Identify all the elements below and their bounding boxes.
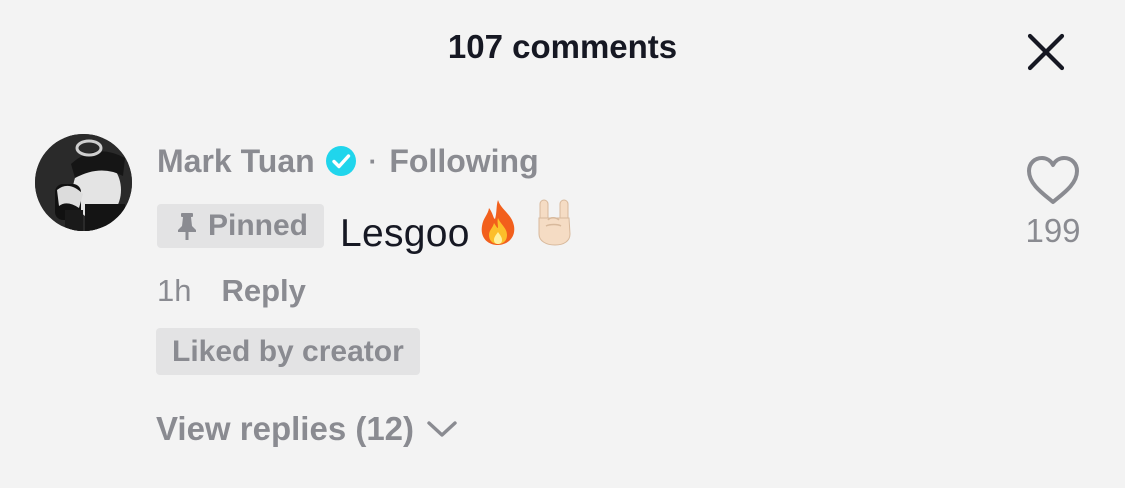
like-button[interactable]: 199 bbox=[1015, 154, 1091, 250]
separator-dot: · bbox=[368, 145, 378, 176]
liked-by-creator-badge: Liked by creator bbox=[156, 328, 420, 375]
comment-meta: 1h Reply bbox=[157, 270, 306, 312]
follow-status: Following bbox=[389, 142, 539, 179]
author-avatar[interactable] bbox=[35, 134, 132, 231]
like-count: 199 bbox=[1025, 212, 1081, 249]
fire-emoji bbox=[476, 198, 520, 246]
author-name[interactable]: Mark Tuan bbox=[157, 143, 315, 180]
comment-header: Mark Tuan · Following bbox=[157, 140, 539, 182]
close-button[interactable] bbox=[1020, 26, 1072, 78]
verified-badge-icon bbox=[325, 145, 357, 177]
close-icon bbox=[1027, 33, 1065, 71]
reply-button[interactable]: Reply bbox=[221, 273, 305, 309]
view-replies-label: View replies (12) bbox=[156, 410, 415, 447]
comment-time: 1h bbox=[157, 273, 192, 308]
comments-sheet: 107 comments Mark Tuan · Following Pinne… bbox=[0, 0, 1125, 488]
comments-title: 107 comments bbox=[447, 28, 678, 65]
pinned-badge: Pinned bbox=[157, 204, 325, 248]
pinned-label: Pinned bbox=[208, 209, 309, 242]
comment-text: Lesgoo bbox=[340, 212, 470, 255]
heart-icon bbox=[1027, 156, 1079, 204]
chevron-down-icon bbox=[427, 421, 457, 437]
comment-body: Pinned Lesgoo bbox=[157, 199, 574, 255]
pin-icon bbox=[178, 213, 196, 240]
rock-on-hand-emoji bbox=[534, 196, 574, 246]
comment-text-block: Lesgoo bbox=[340, 196, 574, 256]
view-replies-button[interactable]: View replies (12) bbox=[156, 406, 458, 452]
